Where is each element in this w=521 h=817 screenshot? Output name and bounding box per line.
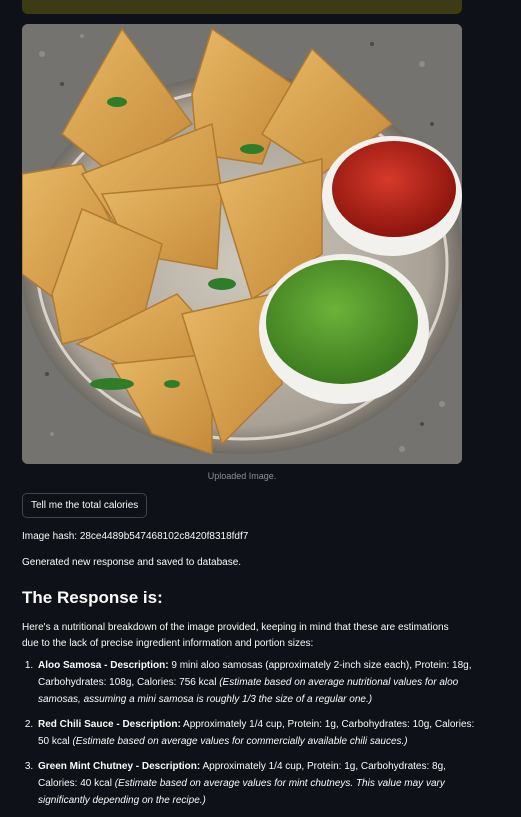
list-item: Green Mint Chutney - Description: Approx… bbox=[36, 758, 484, 809]
nutrition-list: Aloo Samosa - Description: 9 mini aloo s… bbox=[22, 657, 484, 817]
item-title: Red Chili Sauce - Description: bbox=[38, 719, 181, 730]
image-hash-text: Image hash: 28ce4489b547468102c8420f8318… bbox=[22, 531, 249, 542]
list-item: Red Chili Sauce - Description: Approxima… bbox=[36, 716, 484, 750]
response-intro: Here's a nutritional breakdown of the im… bbox=[22, 622, 449, 649]
status-banner bbox=[22, 0, 462, 14]
item-title: Aloo Samosa - Description: bbox=[38, 660, 169, 671]
image-caption: Uploaded Image. bbox=[207, 471, 277, 481]
item-title: Green Mint Chutney - Description: bbox=[38, 761, 201, 772]
tell-total-calories-button[interactable]: Tell me the total calories bbox=[22, 493, 148, 518]
response-heading: The Response is: bbox=[22, 588, 163, 607]
uploaded-image bbox=[22, 24, 462, 464]
save-status-text: Generated new response and saved to data… bbox=[22, 557, 242, 568]
samosa-photo-illustration bbox=[22, 24, 462, 464]
list-item: Aloo Samosa - Description: 9 mini aloo s… bbox=[36, 657, 484, 708]
item-note: (Estimate based on average values for co… bbox=[72, 736, 408, 747]
